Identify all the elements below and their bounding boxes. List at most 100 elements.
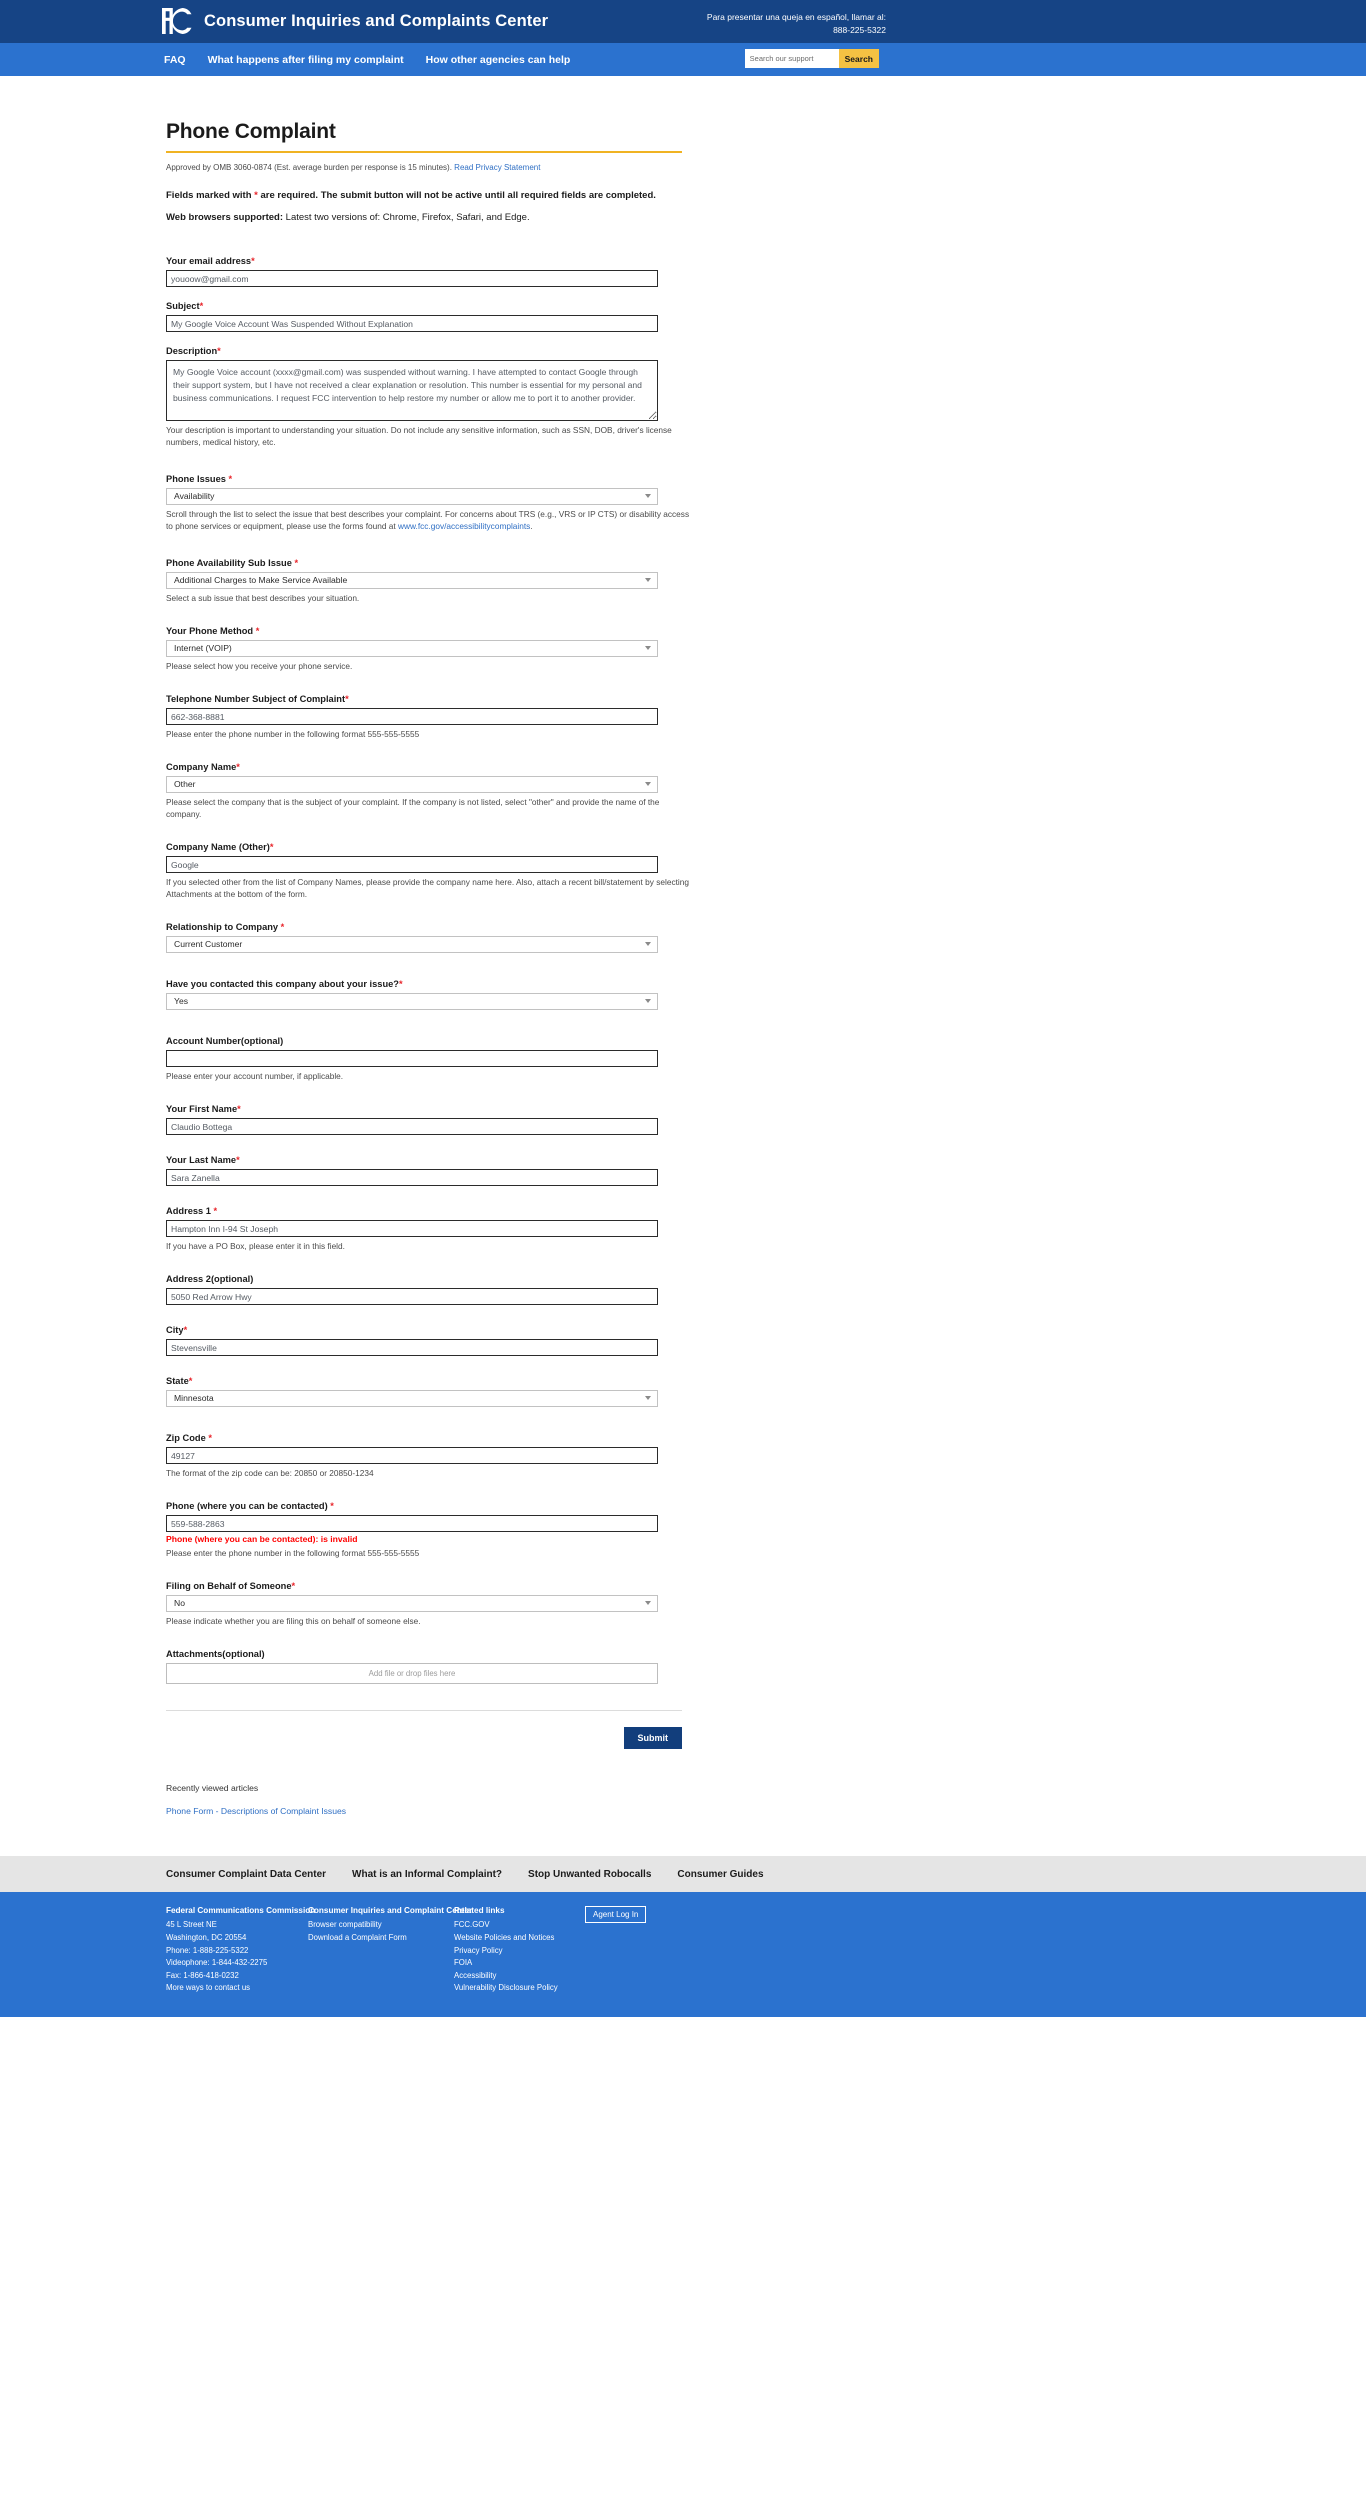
label-relationship: Relationship to Company * bbox=[166, 922, 285, 933]
recently-viewed-title: Recently viewed articles bbox=[166, 1783, 259, 1794]
submit-row: Submit bbox=[166, 1727, 682, 1750]
label-email: Your email address* bbox=[166, 256, 255, 266]
search-button[interactable]: Search bbox=[838, 49, 879, 68]
label-account-number: Account Number(optional) bbox=[166, 1036, 284, 1047]
footer-col1-item: Washington, DC 20554 bbox=[166, 1932, 247, 1942]
account-number-input[interactable] bbox=[166, 1050, 658, 1068]
field-first-name: Your First Name* bbox=[166, 1104, 682, 1136]
helper-filing-behalf: Please indicate whether you are filing t… bbox=[166, 1616, 421, 1627]
telephone-subject-input[interactable] bbox=[166, 708, 658, 726]
label-description-text: Description bbox=[166, 346, 218, 356]
title-underline bbox=[166, 151, 682, 153]
label-first-name-text: Your First Name bbox=[166, 1104, 238, 1115]
footer-more-ways-link[interactable]: More ways to contact us bbox=[166, 1982, 308, 1995]
required-fields-notice: Fields marked with * are required. The s… bbox=[166, 190, 682, 201]
field-last-name: Your Last Name* bbox=[166, 1155, 682, 1187]
privacy-statement-link[interactable]: Read Privacy Statement bbox=[454, 163, 540, 172]
footer-accessibility-link[interactable]: Accessibility bbox=[454, 1970, 654, 1983]
footer-vuln-disclosure-link[interactable]: Vulnerability Disclosure Policy bbox=[454, 1982, 654, 1995]
address1-input[interactable] bbox=[166, 1220, 658, 1238]
footer-privacy-link[interactable]: Privacy Policy bbox=[454, 1945, 654, 1958]
last-name-input[interactable] bbox=[166, 1169, 658, 1187]
sub-issue-select[interactable]: Additional Charges to Make Service Avail… bbox=[166, 572, 658, 590]
helper-contact-phone: Please enter the phone number in the fol… bbox=[166, 1548, 420, 1559]
footer-policies-link[interactable]: Website Policies and Notices bbox=[454, 1932, 654, 1945]
field-zip: Zip Code * The format of the zip code ca… bbox=[166, 1433, 682, 1479]
nav-link-other-agencies[interactable]: How other agencies can help bbox=[426, 54, 571, 66]
chevron-down-icon bbox=[645, 999, 651, 1004]
label-filing-behalf-text: Filing on Behalf of Someone bbox=[166, 1581, 292, 1592]
company-other-input[interactable] bbox=[166, 856, 658, 874]
field-address2: Address 2(optional) bbox=[166, 1274, 682, 1306]
phone-issues-select-wrap[interactable]: Availability bbox=[166, 488, 658, 506]
field-company-other: Company Name (Other)* If you selected ot… bbox=[166, 842, 689, 900]
footer-foia-link[interactable]: FOIA bbox=[454, 1957, 654, 1970]
phone-method-select[interactable]: Internet (VOIP) bbox=[166, 640, 658, 658]
label-phone-method: Your Phone Method * bbox=[166, 626, 260, 637]
address2-input[interactable] bbox=[166, 1288, 658, 1306]
footer-col1-item: Videophone: 1-844-432-2275 bbox=[166, 1958, 268, 1968]
phone-issues-select[interactable]: Availability bbox=[166, 488, 658, 506]
field-company-name: Company Name* Other Please select the co… bbox=[166, 762, 682, 820]
footer-link-data-center[interactable]: Consumer Complaint Data Center bbox=[166, 1869, 326, 1880]
nav-link-what-happens[interactable]: What happens after filing my complaint bbox=[208, 54, 404, 66]
phone-method-select-wrap[interactable]: Internet (VOIP) bbox=[166, 640, 658, 658]
field-contact-phone: Phone (where you can be contacted) * Pho… bbox=[166, 1501, 682, 1559]
label-subject: Subject* bbox=[166, 301, 204, 311]
search-input[interactable] bbox=[744, 49, 839, 68]
contacted-company-select[interactable]: Yes bbox=[166, 993, 658, 1011]
field-state: State* Minnesota bbox=[166, 1376, 682, 1408]
agent-login-button[interactable]: Agent Log In bbox=[585, 1906, 647, 1924]
accessibility-complaints-link[interactable]: www.fcc.gov/accessibilitycomplaints bbox=[398, 521, 530, 531]
submit-button[interactable]: Submit bbox=[623, 1727, 682, 1750]
label-last-name-text: Your Last Name bbox=[166, 1155, 237, 1166]
spanish-note-line: Para presentar una queja en español, lla… bbox=[706, 12, 886, 22]
attachments-dropzone[interactable]: Add file or drop files here bbox=[166, 1663, 658, 1685]
main-navigation: FAQ What happens after filing my complai… bbox=[0, 43, 1366, 76]
relationship-select-wrap[interactable]: Current Customer bbox=[166, 936, 658, 954]
filing-behalf-select-wrap[interactable]: No bbox=[166, 1595, 658, 1613]
footer-link-robocalls[interactable]: Stop Unwanted Robocalls bbox=[528, 1869, 651, 1880]
company-name-select-wrap[interactable]: Other bbox=[166, 776, 658, 794]
brand: Consumer Inquiries and Complaints Center bbox=[160, 6, 548, 36]
helper-company-name: Please select the company that is the su… bbox=[166, 797, 660, 820]
footer-download-form-link[interactable]: Download a Complaint Form bbox=[308, 1932, 454, 1945]
email-input[interactable] bbox=[166, 270, 658, 287]
company-name-select[interactable]: Other bbox=[166, 776, 658, 794]
field-phone-method: Your Phone Method * Internet (VOIP) Plea… bbox=[166, 626, 682, 672]
footer-link-informal-complaint[interactable]: What is an Informal Complaint? bbox=[352, 1869, 502, 1880]
first-name-input[interactable] bbox=[166, 1118, 658, 1136]
city-input[interactable] bbox=[166, 1339, 658, 1357]
omb-text: Approved by OMB 3060-0874 (Est. average … bbox=[166, 163, 452, 172]
contact-phone-input[interactable] bbox=[166, 1515, 658, 1533]
label-city-text: City bbox=[166, 1325, 184, 1336]
field-description: Description* My Google Voice account (xx… bbox=[166, 346, 682, 448]
fcc-logo bbox=[162, 8, 192, 34]
description-textarea[interactable]: My Google Voice account (xxxx@gmail.com)… bbox=[166, 360, 658, 421]
footer-browser-compat-link[interactable]: Browser compatibility bbox=[308, 1919, 454, 1932]
spanish-note-phone: 888-225-5322 bbox=[833, 25, 886, 36]
label-contact-phone: Phone (where you can be contacted) * bbox=[166, 1501, 334, 1512]
label-contact-phone-text: Phone (where you can be contacted) bbox=[166, 1501, 328, 1512]
relationship-select[interactable]: Current Customer bbox=[166, 936, 658, 954]
filing-behalf-select[interactable]: No bbox=[166, 1595, 658, 1613]
footer-link-consumer-guides[interactable]: Consumer Guides bbox=[677, 1869, 763, 1880]
state-select-wrap[interactable]: Minnesota bbox=[166, 1390, 658, 1408]
notice-pre: Fields marked with bbox=[166, 190, 255, 201]
contacted-company-select-wrap[interactable]: Yes bbox=[166, 993, 658, 1011]
label-contacted-company: Have you contacted this company about yo… bbox=[166, 979, 403, 990]
nav-link-faq[interactable]: FAQ bbox=[164, 54, 186, 66]
state-select[interactable]: Minnesota bbox=[166, 1390, 658, 1408]
zip-input[interactable] bbox=[166, 1447, 658, 1465]
recently-viewed-link[interactable]: Phone Form - Descriptions of Complaint I… bbox=[166, 1806, 346, 1816]
page-body: Phone Complaint Approved by OMB 3060-087… bbox=[0, 76, 1366, 1857]
helper-phone-issues: Scroll through the list to select the is… bbox=[166, 508, 696, 532]
helper-company-other: If you selected other from the list of C… bbox=[166, 877, 689, 900]
helper-telephone-subject: Please enter the phone number in the fol… bbox=[166, 729, 420, 740]
helper-account-number: Please enter your account number, if app… bbox=[166, 1071, 344, 1082]
subject-input[interactable] bbox=[166, 315, 658, 332]
field-address1: Address 1 * If you have a PO Box, please… bbox=[166, 1206, 682, 1252]
label-phone-issues-text: Phone Issues bbox=[166, 474, 226, 485]
sub-issue-select-wrap[interactable]: Additional Charges to Make Service Avail… bbox=[166, 572, 658, 590]
label-last-name: Your Last Name* bbox=[166, 1155, 240, 1166]
